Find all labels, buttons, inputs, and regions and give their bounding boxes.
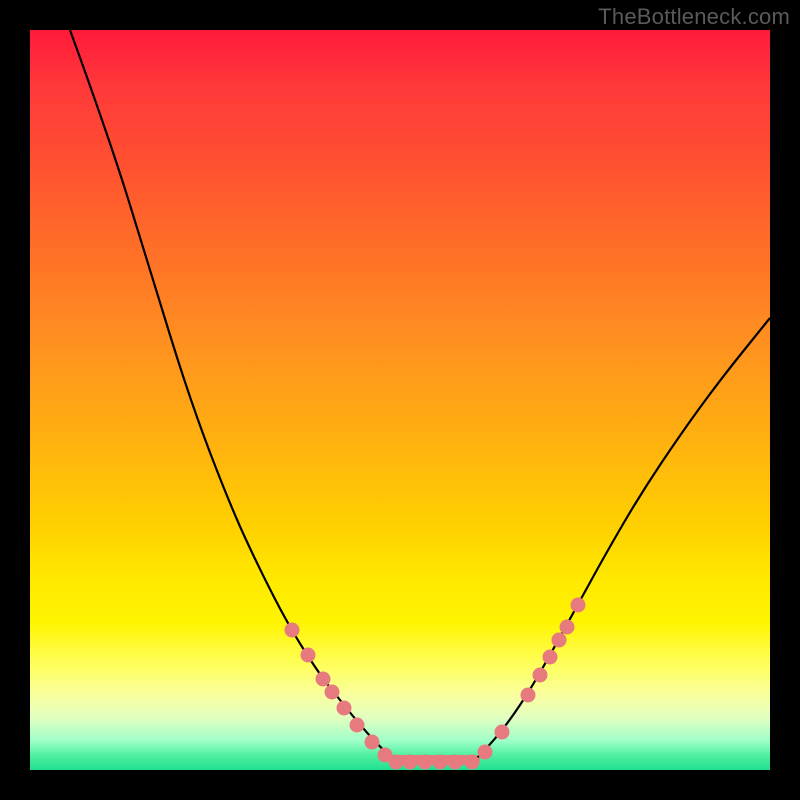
data-marker <box>560 620 575 635</box>
data-marker <box>285 623 300 638</box>
data-marker <box>350 718 365 733</box>
data-marker <box>418 755 433 770</box>
chart-container: TheBottleneck.com <box>0 0 800 800</box>
data-marker <box>325 685 340 700</box>
curve-svg <box>30 30 770 770</box>
data-marker <box>301 648 316 663</box>
left-curve <box>70 30 395 760</box>
data-marker <box>403 755 418 770</box>
data-marker <box>521 688 536 703</box>
watermark-text: TheBottleneck.com <box>598 4 790 30</box>
plot-area <box>30 30 770 770</box>
data-marker <box>533 668 548 683</box>
data-marker <box>478 745 493 760</box>
data-marker <box>543 650 558 665</box>
data-marker <box>448 755 463 770</box>
data-marker <box>465 755 480 770</box>
data-marker <box>337 701 352 716</box>
data-marker <box>316 672 331 687</box>
data-marker <box>571 598 586 613</box>
data-markers <box>285 598 586 770</box>
right-curve <box>475 318 770 760</box>
data-marker <box>495 725 510 740</box>
data-marker <box>389 755 404 770</box>
data-marker <box>433 755 448 770</box>
data-marker <box>552 633 567 648</box>
data-marker <box>365 735 380 750</box>
